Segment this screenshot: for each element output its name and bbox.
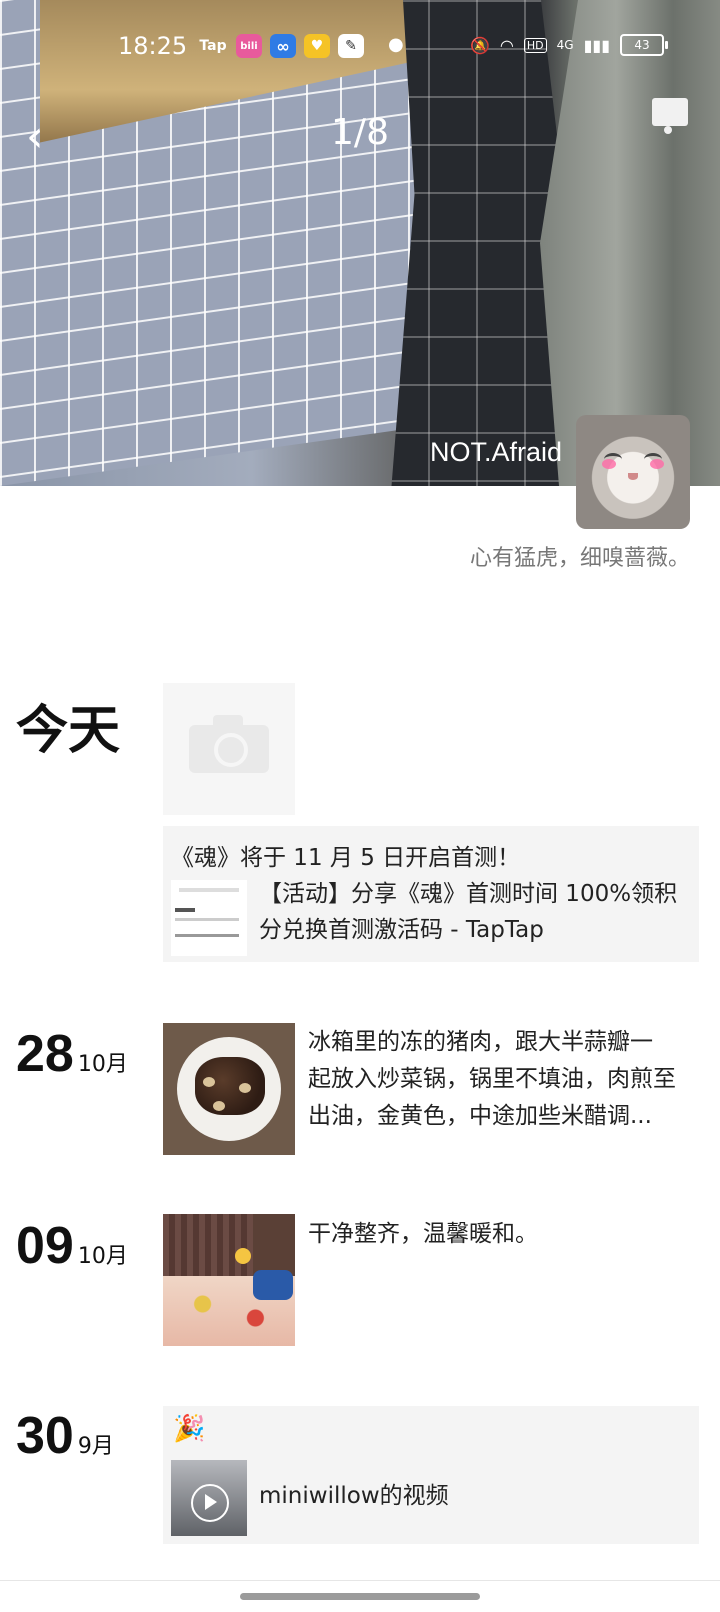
garlic-clove [203,1077,215,1087]
mute-icon: 🔕 [470,35,490,55]
bottom-divider [0,1580,720,1581]
date-day: 30 [16,1407,74,1465]
share-desc-line: 分兑换首测激活码 - TapTap [259,917,544,943]
thumb-line [179,888,239,892]
date-month: 9月 [77,1434,114,1459]
share-card-description: 【活动】分享《魂》首测时间 100%领积 分兑换首测激活码 - TapTap [259,876,685,948]
date-day: 28 [16,1025,74,1083]
message-icon[interactable] [652,98,688,134]
post-text-bed[interactable]: 干净整齐，温馨暖和。 [308,1216,700,1253]
curtain [163,1214,253,1276]
home-indicator[interactable] [240,1593,480,1600]
camera-icon [189,715,269,773]
signal-icon: ▮▮▮ [583,35,610,55]
date-day: 09 [16,1217,74,1275]
date-month: 10月 [77,1052,128,1077]
post-text-pork[interactable]: 冰箱里的冻的猪肉，跟大半蒜瓣一 起放入炒菜锅，锅里不填油，肉煎至 出油，金黄色，… [308,1024,700,1135]
thumb-line [175,934,239,937]
play-icon [191,1484,229,1522]
notification-dot-icon: ● [388,34,404,55]
avatar-blush-right [650,459,664,469]
username[interactable]: NOT.Afraid [330,437,562,468]
profile-signature: 心有猛虎，细嗅蔷薇。 [469,546,690,571]
cover-photo[interactable] [0,0,720,486]
photo-page-indicator: 1/8 [331,112,389,153]
avatar-nose [628,473,638,480]
date-label-09: 09 10月 [16,1216,128,1276]
party-popper-icon: 🎉 [173,1414,206,1444]
video-thumbnail [171,1460,247,1536]
share-card-title: 《魂》将于 11 月 5 日开启首测！ [171,845,521,871]
date-month: 10月 [77,1244,128,1269]
share-desc-line: 【活动】分享《魂》首测时间 100%领积 [259,881,678,907]
network-type: 4G [556,38,574,52]
status-app-icons: Tap bili ∞ ♥ ✎ [198,34,364,58]
post-text-line: 出油，金黄色，中途加些米醋调... [308,1103,652,1129]
post-photo-pork[interactable] [163,1023,295,1155]
tap-icon: Tap [199,38,227,54]
add-photo-placeholder[interactable] [163,683,295,815]
avatar[interactable] [576,415,690,529]
garlic-clove [239,1083,251,1093]
thumb-line [175,908,195,912]
video-title: miniwillow的视频 [259,1483,449,1509]
avatar-blush-left [602,459,616,469]
date-label-28: 28 10月 [16,1024,128,1084]
thumb-line [175,918,239,921]
battery-icon: 43 [620,34,668,56]
garlic-clove [213,1101,225,1111]
status-bar: 18:25 Tap bili ∞ ♥ ✎ ● 🔕 ◠ HD 4G ▮▮▮ 43 [0,28,720,64]
date-label-today: 今天 [16,701,121,761]
share-card-video[interactable]: 🎉 miniwillow的视频 [163,1406,699,1544]
infinity-icon: ∞ [270,34,296,58]
hd-icon: HD [523,37,547,53]
share-card-thumbnail [171,880,247,956]
status-indicators: 🔕 ◠ HD 4G ▮▮▮ 43 [470,34,668,56]
wifi-icon: ◠ [499,35,514,55]
post-photo-bed[interactable] [163,1214,295,1346]
battery-level: 43 [634,38,650,52]
heart-app-icon: ♥ [304,34,330,58]
pillow [253,1270,293,1300]
post-text-line: 起放入炒菜锅，锅里不填油，肉煎至 [308,1066,676,1092]
bilibili-icon: bili [236,34,262,58]
date-label-30: 30 9月 [16,1406,114,1466]
post-text-line: 冰箱里的冻的猪肉，跟大半蒜瓣一 [308,1029,653,1055]
share-card-taptap[interactable]: 《魂》将于 11 月 5 日开启首测！ 【活动】分享《魂》首测时间 100%领积… [163,826,699,962]
gray-jacket [540,0,720,486]
smiley-icon [235,1248,251,1264]
feather-app-icon: ✎ [338,34,364,58]
status-time: 18:25 [118,32,188,60]
